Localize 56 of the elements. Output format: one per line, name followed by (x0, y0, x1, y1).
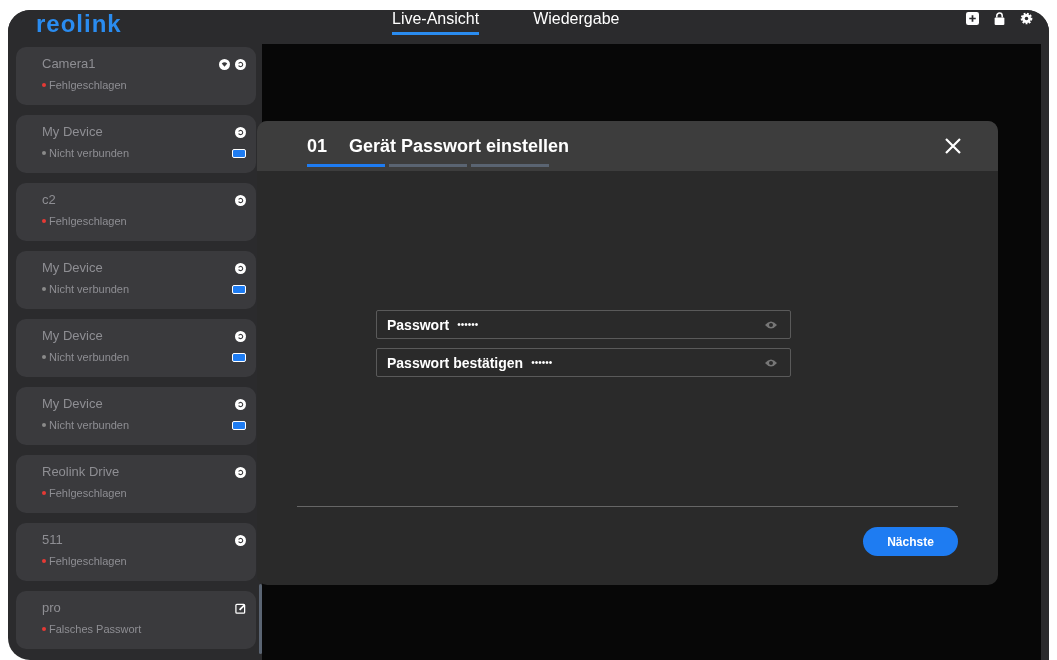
device-status: Nicht verbunden (49, 351, 130, 363)
device-status: Falsches Passwort (49, 623, 142, 635)
device-name: My Device (42, 259, 104, 277)
password-field[interactable]: Passwort •••••• (376, 310, 791, 339)
field-value: •••••• (457, 319, 479, 330)
refresh-icon[interactable] (235, 534, 246, 546)
device-name: Reolink Drive (42, 463, 121, 481)
device-status: Nicht verbunden (49, 147, 130, 159)
eye-icon[interactable] (764, 357, 778, 368)
device-item[interactable]: My Device Nicht verbunden (16, 319, 256, 377)
field-label: Passwort bestätigen (387, 354, 524, 371)
logo: reolink (35, 10, 123, 38)
device-name: pro (42, 599, 62, 617)
device-name: c2 (42, 191, 57, 209)
device-status: Fehlgeschlagen (49, 487, 127, 499)
settings-icon[interactable] (1020, 12, 1033, 25)
device-name: 511 (42, 531, 64, 549)
device-item[interactable]: My Device Nicht verbunden (16, 251, 256, 309)
device-status: Nicht verbunden (49, 419, 130, 431)
step-number: 01 (307, 135, 328, 157)
scrollbar[interactable] (259, 584, 262, 654)
nav-tab[interactable]: Wiedergabe (533, 10, 620, 35)
close-button[interactable] (944, 137, 962, 155)
add-icon[interactable] (966, 12, 979, 25)
field-value: •••••• (531, 357, 553, 368)
edit-icon[interactable] (235, 602, 246, 614)
device-item[interactable]: Camera1 Fehlgeschlagen (16, 47, 256, 105)
refresh-icon[interactable] (235, 262, 246, 274)
refresh-icon[interactable] (235, 466, 246, 478)
next-button[interactable]: Nächste (863, 527, 958, 556)
device-status: Fehlgeschlagen (49, 79, 127, 91)
device-name: My Device (42, 123, 104, 141)
refresh-icon[interactable] (235, 330, 246, 342)
password-field[interactable]: Passwort bestätigen •••••• (376, 348, 791, 377)
device-status: Nicht verbunden (49, 283, 130, 295)
device-status: Fehlgeschlagen (49, 215, 127, 227)
field-label: Passwort (387, 316, 450, 333)
refresh-icon[interactable] (235, 194, 246, 206)
device-name: My Device (42, 395, 104, 413)
device-name: Camera1 (42, 55, 97, 73)
refresh-icon[interactable] (235, 126, 246, 138)
device-item[interactable]: My Device Nicht verbunden (16, 115, 256, 173)
dialog-title: Gerät Passwort einstellen (349, 135, 570, 157)
wifi-icon (219, 58, 230, 70)
device-item[interactable]: My Device Nicht verbunden (16, 387, 256, 445)
device-item[interactable]: 511 Fehlgeschlagen (16, 523, 256, 581)
refresh-icon[interactable] (235, 398, 246, 410)
refresh-icon[interactable] (235, 58, 246, 70)
nav-tab[interactable]: Live-Ansicht (392, 10, 480, 35)
device-item[interactable]: Reolink Drive Fehlgeschlagen (16, 455, 256, 513)
eye-icon[interactable] (764, 319, 778, 330)
lock-icon[interactable] (993, 12, 1006, 25)
device-item[interactable]: pro Falsches Passwort (16, 591, 256, 649)
device-status: Fehlgeschlagen (49, 555, 127, 567)
device-name: My Device (42, 327, 104, 345)
device-item[interactable]: c2 Fehlgeschlagen (16, 183, 256, 241)
